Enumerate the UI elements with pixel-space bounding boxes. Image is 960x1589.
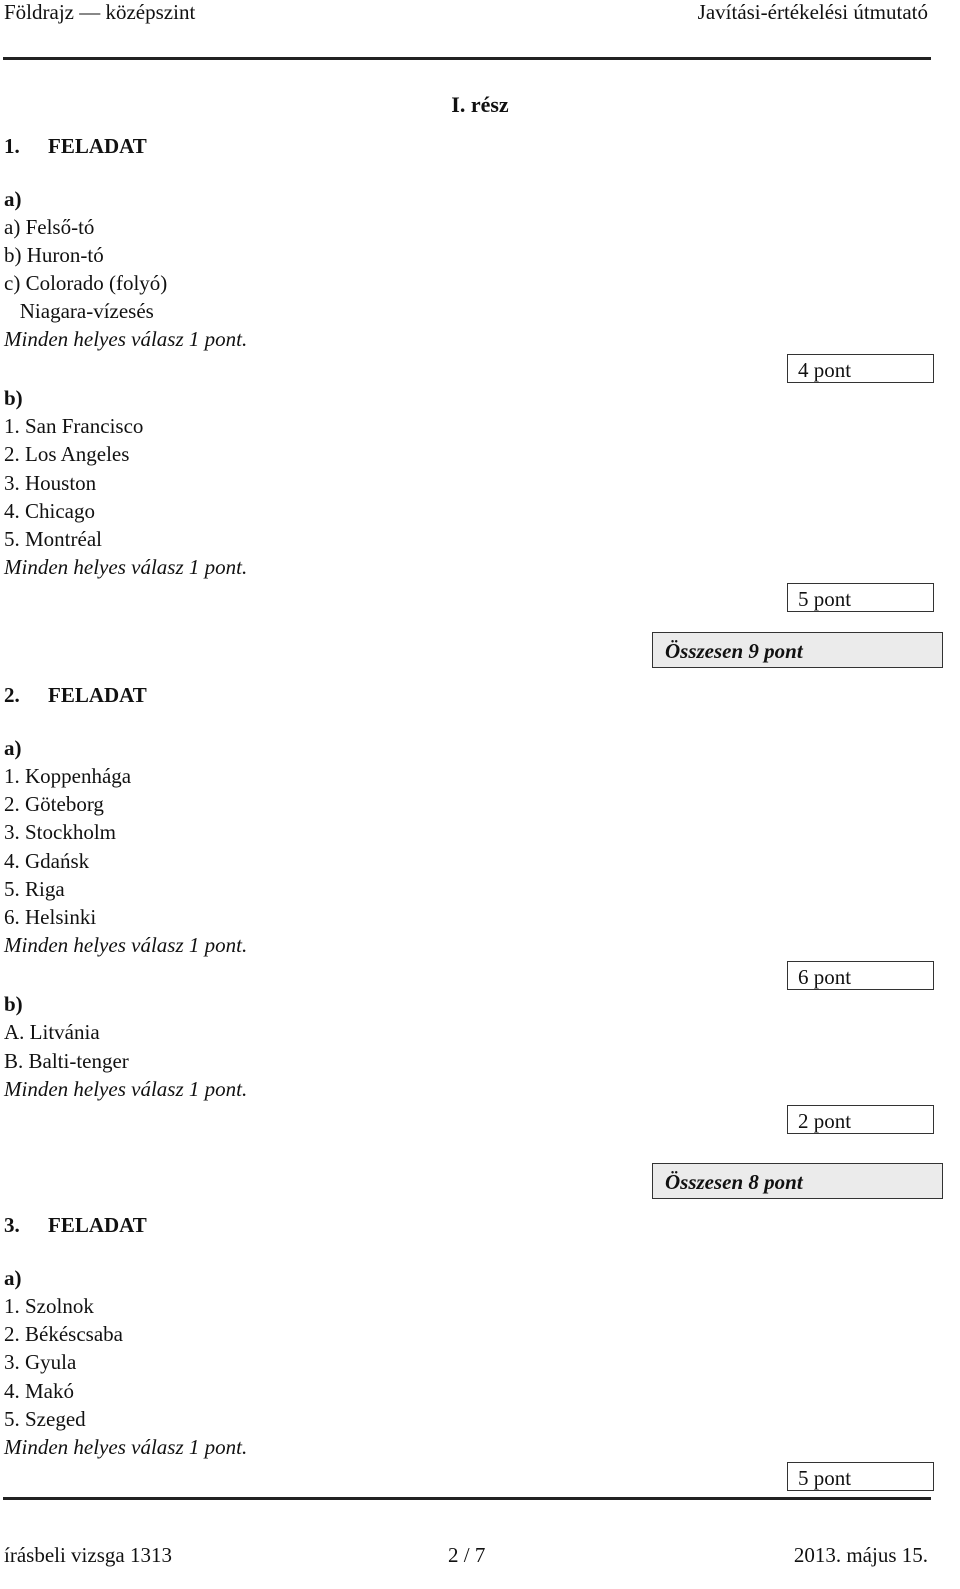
score-box: 5 pont — [787, 583, 934, 612]
section-label: b) — [4, 992, 23, 1016]
answer-item: b) Huron-tó — [4, 243, 104, 267]
scoring-note: Minden helyes válasz 1 pont. — [4, 1435, 248, 1459]
answer-item: 6. Helsinki — [4, 905, 97, 929]
answer-item: 4. Gdańsk — [4, 849, 90, 873]
answer-item: 4. Makó — [4, 1379, 74, 1403]
task-number: 3. — [4, 1213, 20, 1237]
task-label: FELADAT — [48, 134, 147, 158]
answer-item: 5. Montréal — [4, 527, 102, 551]
footer-page-number: 2 / 7 — [448, 1543, 486, 1567]
header-divider — [3, 57, 931, 60]
task-number: 2. — [4, 683, 20, 707]
header-subject: Földrajz — középszint — [4, 0, 196, 24]
footer-date: 2013. május 15. — [793, 1543, 928, 1567]
scoring-note: Minden helyes válasz 1 pont. — [4, 933, 248, 957]
answer-item: 1. Szolnok — [4, 1294, 94, 1318]
answer-item: B. Balti-tenger — [4, 1049, 129, 1073]
answer-item: 1. San Francisco — [4, 414, 144, 438]
footer-divider — [3, 1497, 931, 1500]
section-label: a) — [4, 187, 22, 211]
task-number: 1. — [4, 134, 20, 158]
task-total-box: Összesen 9 pont — [652, 632, 943, 668]
score-box: 4 pont — [787, 354, 934, 383]
answer-item: 3. Gyula — [4, 1350, 77, 1374]
answer-item: 1. Koppenhága — [4, 764, 132, 788]
task-3-heading: 3. FELADAT — [4, 1211, 147, 1239]
answer-item: 2. Los Angeles — [4, 442, 130, 466]
score-box: 2 pont — [787, 1105, 934, 1134]
answer-item: 3. Stockholm — [4, 820, 117, 844]
task-label: FELADAT — [48, 683, 147, 707]
answer-item: 5. Riga — [4, 877, 65, 901]
answer-item: 5. Szeged — [4, 1407, 86, 1431]
section-label: a) — [4, 736, 22, 760]
scoring-note: Minden helyes válasz 1 pont. — [4, 327, 248, 351]
section-label: a) — [4, 1266, 22, 1290]
score-box: 5 pont — [787, 1462, 934, 1491]
scoring-note: Minden helyes válasz 1 pont. — [4, 555, 248, 579]
answer-item: 2. Göteborg — [4, 792, 104, 816]
footer-exam-code: írásbeli vizsga 1313 — [4, 1543, 172, 1567]
part-title: I. rész — [451, 92, 509, 117]
score-box: 6 pont — [787, 961, 934, 990]
answer-item: Niagara-vízesés — [4, 299, 154, 323]
answer-item: A. Litvánia — [4, 1020, 100, 1044]
answer-item: a) Felső-tó — [4, 215, 95, 239]
header-doc-type: Javítási-értékelési útmutató — [697, 0, 928, 24]
answer-item: 2. Békéscsaba — [4, 1322, 123, 1346]
task-2-heading: 2. FELADAT — [4, 681, 147, 709]
task-label: FELADAT — [48, 1213, 147, 1237]
answer-item: c) Colorado (folyó) — [4, 271, 168, 295]
task-1-heading: 1. FELADAT — [4, 132, 147, 160]
task-total-box: Összesen 8 pont — [652, 1163, 943, 1199]
answer-item: 4. Chicago — [4, 499, 95, 523]
section-label: b) — [4, 386, 23, 410]
answer-item: 3. Houston — [4, 471, 97, 495]
scoring-note: Minden helyes válasz 1 pont. — [4, 1077, 248, 1101]
